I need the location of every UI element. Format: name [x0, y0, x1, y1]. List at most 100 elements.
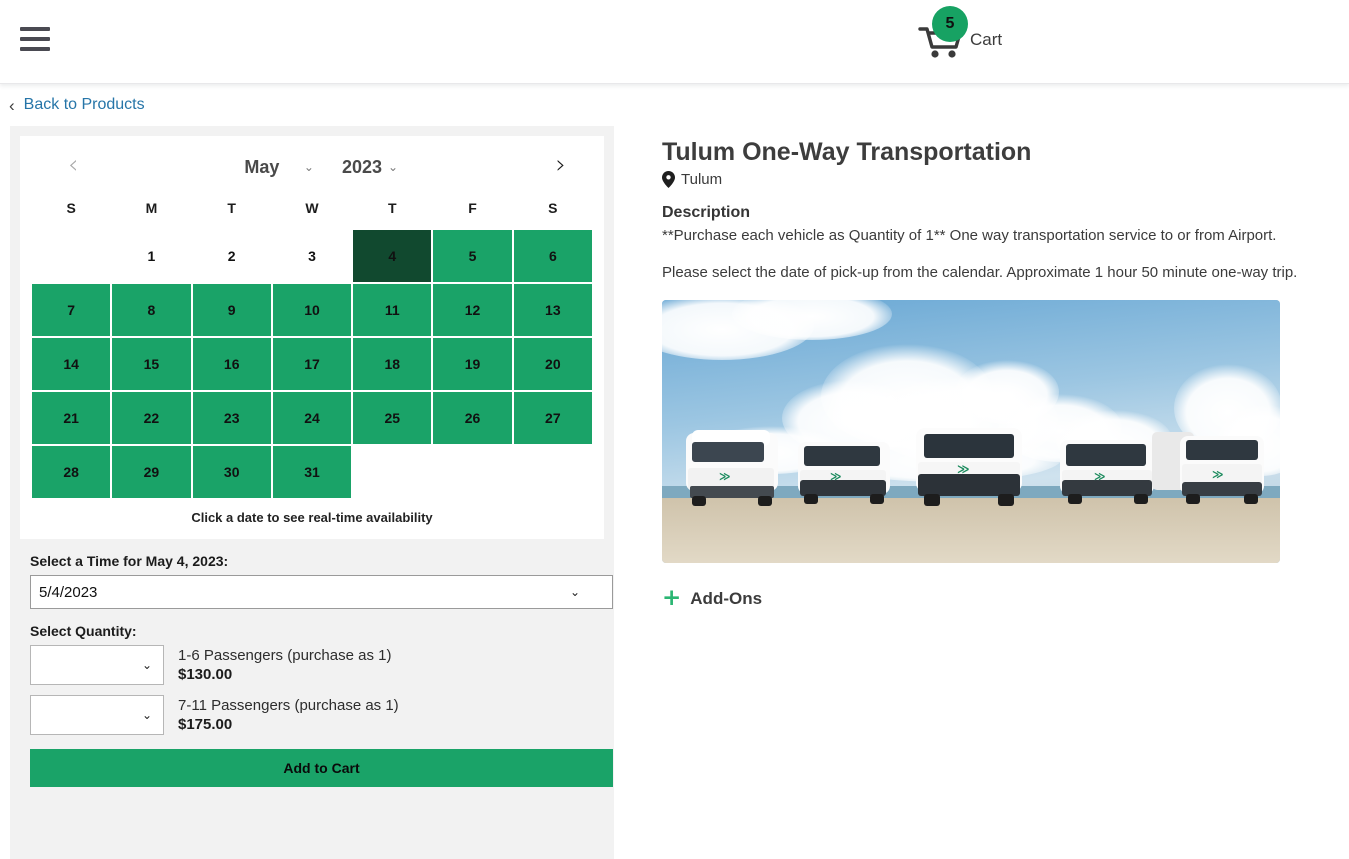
calendar-day-available[interactable]: 15	[112, 338, 191, 390]
calendar-day-unavailable: 2	[192, 230, 271, 282]
map-pin-icon	[662, 171, 675, 188]
description-paragraph: **Purchase each vehicle as Quantity of 1…	[662, 227, 1277, 244]
calendar-card: ‹ May ⌄ 2023 ⌄ › S M T W T F S 1 2 3 4 5…	[20, 136, 604, 539]
calendar-day-available[interactable]: 24	[272, 392, 352, 444]
calendar-day-available[interactable]: 13	[513, 284, 592, 336]
back-to-products-link[interactable]: Back to Products	[24, 96, 145, 114]
calendar-week-row: 14 15 16 17 18 19 20	[32, 338, 592, 390]
calendar-prev-month-button[interactable]: ‹	[68, 152, 78, 178]
description-paragraph: Please select the date of pick-up from t…	[662, 264, 1298, 281]
product-photo-illustration: ≫ ≫ ≫ ≫ ≫	[662, 300, 1280, 563]
calendar-weekday-row: S M T W T F S	[32, 192, 592, 228]
calendar-week-row: 7 8 9 10 11 12 13	[32, 284, 592, 336]
time-select-wrap: 5/4/2023 ⌄	[20, 575, 613, 609]
weekday-header: F	[468, 200, 477, 216]
calendar-day-selected[interactable]: 4	[353, 230, 432, 282]
weekday-header: T	[227, 200, 236, 216]
calendar-day-available[interactable]: 22	[112, 392, 191, 444]
calendar-day-available[interactable]: 18	[353, 338, 432, 390]
quantity-name: 7-11 Passengers (purchase as 1)	[178, 696, 399, 714]
svg-text:≫: ≫	[957, 462, 970, 476]
calendar-day-available[interactable]: 25	[353, 392, 432, 444]
site-header: 5 Cart	[0, 0, 1349, 84]
hamburger-bar	[20, 37, 50, 41]
calendar-day-available[interactable]: 31	[272, 446, 352, 498]
chevron-down-icon: ⌄	[388, 160, 399, 174]
hamburger-bar	[20, 47, 50, 51]
calendar-day-available[interactable]: 6	[513, 230, 592, 282]
weekday-header: S	[66, 200, 76, 216]
calendar-day-available[interactable]: 12	[433, 284, 512, 336]
addons-toggle[interactable]: + Add-Ons	[662, 587, 1327, 610]
calendar-hint: Click a date to see real-time availabili…	[191, 510, 433, 525]
calendar-header: ‹ May ⌄ 2023 ⌄ ›	[30, 144, 594, 190]
calendar-day-available[interactable]: 14	[32, 338, 111, 390]
add-to-cart-button[interactable]: Add to Cart	[30, 749, 613, 787]
calendar-day-available[interactable]: 5	[433, 230, 512, 282]
select-time-label: Select a Time for May 4, 2023:	[30, 553, 229, 569]
calendar-next-month-button[interactable]: ›	[556, 152, 566, 178]
select-quantity-label: Select Quantity:	[30, 623, 137, 639]
calendar-day-available[interactable]: 29	[112, 446, 191, 498]
calendar-day-available[interactable]: 11	[353, 284, 432, 336]
calendar-day-available[interactable]: 23	[192, 392, 271, 444]
weekday-header: S	[548, 200, 558, 216]
plus-icon: +	[662, 585, 682, 611]
weekday-header: T	[387, 200, 397, 216]
quantity-row: ⌄ 7-11 Passengers (purchase as 1) $175.0…	[30, 695, 604, 735]
breadcrumb: ‹ Back to Products	[0, 84, 1349, 126]
page-title: Tulum One-Way Transportation	[662, 138, 1032, 166]
calendar-day-available[interactable]: 10	[272, 284, 352, 336]
calendar-grid: S M T W T F S 1 2 3 4 5 6 7 8 9 10 11 12 13 14 15 16 17 1…	[30, 190, 594, 500]
quantity-info: 7-11 Passengers (purchase as 1) $175.00	[178, 696, 399, 735]
quantity-info: 1-6 Passengers (purchase as 1) $130.00	[178, 646, 391, 685]
quantity-select-wrap: ⌄	[30, 645, 164, 685]
cart-icon-wrap: 5	[918, 4, 968, 64]
calendar-day-available[interactable]: 27	[513, 392, 592, 444]
calendar-month-label: May	[244, 156, 280, 177]
calendar-day-available[interactable]: 30	[192, 446, 271, 498]
quantity-select-wrap: ⌄	[30, 695, 164, 735]
weekday-header: W	[305, 200, 319, 216]
calendar-day-available[interactable]: 16	[192, 338, 271, 390]
calendar-day-available[interactable]: 9	[192, 284, 271, 336]
hamburger-menu-icon[interactable]	[20, 27, 50, 51]
addons-label: Add-Ons	[690, 588, 763, 608]
calendar-month-select[interactable]: May ⌄	[226, 157, 314, 178]
cart-badge: 5	[932, 6, 968, 42]
calendar-day-unavailable: 1	[112, 230, 191, 282]
product-location-label: Tulum	[681, 171, 723, 188]
chevron-down-icon: ⌄	[303, 160, 314, 174]
calendar-day-empty	[32, 230, 110, 282]
chevron-left-icon: ‹	[9, 95, 15, 115]
calendar-body: 1 2 3 4 5 6 7 8 9 10 11 12 13 14 15 16 17 18 19 20 21 22 23 24 2…	[32, 230, 592, 498]
calendar-day-empty	[433, 446, 511, 498]
cart-label: Cart	[970, 30, 1003, 49]
calendar-day-unavailable: 3	[272, 230, 352, 282]
svg-text:≫: ≫	[719, 470, 731, 483]
quantity-select-1-6[interactable]	[30, 645, 164, 685]
time-select[interactable]: 5/4/2023	[30, 575, 613, 609]
calendar-day-available[interactable]: 19	[433, 338, 512, 390]
quantity-name: 1-6 Passengers (purchase as 1)	[178, 646, 392, 664]
calendar-year-select[interactable]: 2023 ⌄	[342, 157, 398, 178]
calendar-day-available[interactable]: 8	[112, 284, 191, 336]
calendar-day-available[interactable]: 21	[32, 392, 111, 444]
quantity-row: ⌄ 1-6 Passengers (purchase as 1) $130.00	[30, 645, 604, 685]
description-heading: Description	[662, 204, 751, 221]
page-body: ‹ May ⌄ 2023 ⌄ › S M T W T F S 1 2 3 4 5…	[0, 126, 1349, 859]
calendar-week-row: 123456	[32, 230, 592, 282]
calendar-day-empty	[514, 446, 592, 498]
calendar-day-available[interactable]: 7	[32, 284, 111, 336]
calendar-day-empty	[353, 446, 431, 498]
calendar-day-available[interactable]: 17	[272, 338, 352, 390]
calendar-day-available[interactable]: 28	[32, 446, 111, 498]
calendar-day-available[interactable]: 26	[433, 392, 512, 444]
calendar-day-available[interactable]: 20	[513, 338, 592, 390]
weekday-header: M	[145, 200, 158, 216]
svg-text:≫: ≫	[1094, 470, 1106, 483]
booking-panel: ‹ May ⌄ 2023 ⌄ › S M T W T F S 1 2 3 4 5…	[10, 126, 614, 859]
calendar-year-label: 2023	[341, 156, 383, 177]
quantity-select-7-11[interactable]	[30, 695, 164, 735]
cart-button[interactable]: 5 Cart	[918, 4, 1002, 64]
